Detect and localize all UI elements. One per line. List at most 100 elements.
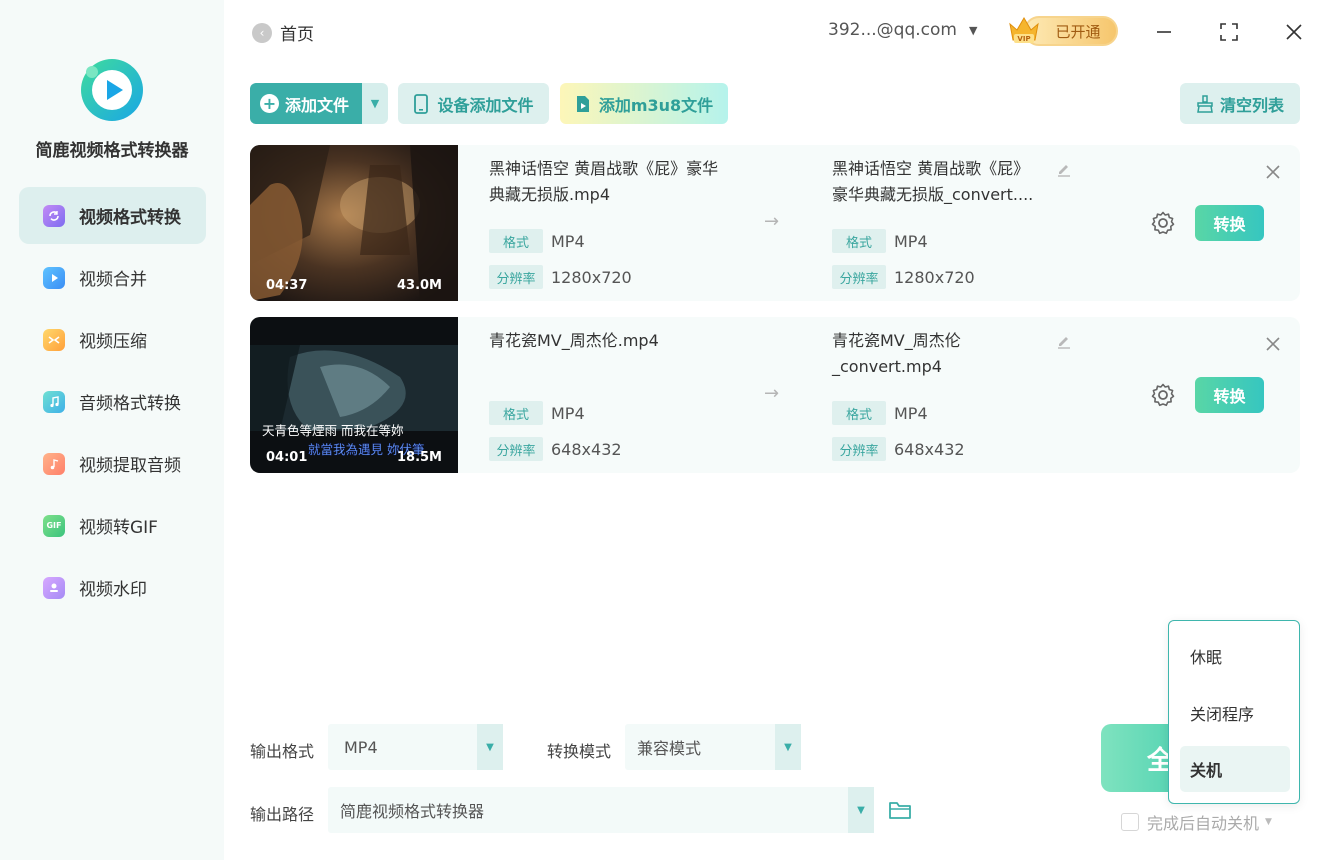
add-file-button[interactable]: + 添加文件 ▼: [250, 83, 388, 124]
app-name: 简鹿视频格式转换器: [35, 141, 189, 161]
back-label: 首页: [280, 25, 314, 45]
sidebar-item-label: 视频格式转换: [79, 208, 181, 228]
format-tag: 格式: [489, 401, 543, 425]
file-card: 天青色等煙雨 而我在等妳 就當我為遇見 妳伏筆 04:01 18.5M 青花瓷M…: [250, 317, 1300, 473]
video-duration: 04:37: [266, 278, 308, 293]
menu-item-sleep[interactable]: 休眠: [1180, 633, 1290, 679]
maximize-button[interactable]: [1215, 18, 1243, 46]
add-file-main[interactable]: + 添加文件: [250, 83, 362, 124]
arrow-right-icon: →: [764, 211, 780, 232]
sidebar-item-label: 音频格式转换: [79, 394, 181, 414]
output-format-value: MP4: [344, 737, 378, 757]
account-menu[interactable]: 392...@qq.com ▼: [828, 20, 977, 40]
video-thumbnail[interactable]: 天青色等煙雨 而我在等妳 就當我為遇見 妳伏筆 04:01 18.5M: [250, 317, 458, 473]
chevron-down-icon: ▼: [775, 724, 801, 770]
convert-mode-label: 转换模式: [547, 742, 612, 761]
edit-icon[interactable]: [1056, 333, 1072, 349]
gear-icon[interactable]: [1150, 382, 1176, 408]
add-file-label: 添加文件: [285, 95, 350, 115]
output-format-row[interactable]: 格式 MP4: [832, 229, 928, 253]
audio-convert-icon: [43, 390, 65, 413]
close-window-button[interactable]: [1280, 18, 1308, 46]
back-home-link[interactable]: ‹ 首页: [252, 20, 314, 45]
vip-badge[interactable]: 已开通 VIP: [1006, 12, 1118, 48]
sidebar: 简鹿视频格式转换器 视频格式转换 视频合并 视频压缩 音频格式转换 视频提取音频…: [0, 0, 224, 860]
output-format-row[interactable]: 格式 MP4: [832, 401, 928, 425]
input-format: MP4: [551, 403, 585, 423]
convert-button[interactable]: 转换: [1195, 377, 1264, 413]
gif-icon: GIF: [43, 514, 65, 537]
input-filename: 黑神话悟空 黄眉战歌《屁》豪华典藏无损版.mp4: [489, 159, 719, 204]
output-format: MP4: [894, 403, 928, 423]
device-add-label: 设备添加文件: [437, 95, 534, 115]
format-tag: 格式: [832, 229, 886, 253]
remove-file-icon[interactable]: [1264, 335, 1282, 353]
vip-badge-text: VIP: [1017, 35, 1030, 43]
folder-icon[interactable]: [888, 799, 912, 821]
edit-icon[interactable]: [1056, 161, 1072, 177]
output-format: MP4: [894, 231, 928, 251]
input-format-row: 格式 MP4: [489, 229, 585, 253]
sidebar-item-video-compress[interactable]: 视频压缩: [19, 311, 206, 368]
auto-shutdown-label: 完成后自动关机: [1147, 814, 1260, 833]
video-compress-icon: [43, 328, 65, 351]
output-format-label: 输出格式: [250, 742, 315, 761]
minimize-button[interactable]: [1150, 18, 1178, 46]
m3u8-file-icon: [576, 95, 589, 112]
menu-item-close-program[interactable]: 关闭程序: [1180, 690, 1290, 736]
sidebar-item-video-convert[interactable]: 视频格式转换: [19, 187, 206, 244]
output-filename: 黑神话悟空 黄眉战歌《屁》豪华典藏无损版_convert....: [832, 159, 1034, 204]
format-tag: 格式: [489, 229, 543, 253]
auto-shutdown-toggle[interactable]: 完成后自动关机 ▼: [1121, 810, 1272, 834]
chevron-down-icon[interactable]: ▼: [1265, 817, 1272, 827]
back-arrow-icon: ‹: [252, 22, 272, 43]
output-format-select[interactable]: MP4 ▼: [328, 724, 503, 770]
sidebar-nav: 视频格式转换 视频合并 视频压缩 音频格式转换 视频提取音频 GIF 视频转GI…: [19, 187, 206, 621]
video-thumbnail[interactable]: 04:37 43.0M: [250, 145, 458, 301]
add-file-dropdown[interactable]: ▼: [362, 83, 388, 124]
convert-mode-select[interactable]: 兼容模式 ▼: [625, 724, 801, 770]
sidebar-item-label: 视频合并: [79, 270, 147, 290]
remove-file-icon[interactable]: [1264, 163, 1282, 181]
sidebar-item-video-watermark[interactable]: 视频水印: [19, 559, 206, 616]
sidebar-item-audio-convert[interactable]: 音频格式转换: [19, 373, 206, 430]
video-size: 43.0M: [396, 278, 442, 293]
output-resolution: 1280x720: [894, 267, 975, 287]
sidebar-item-label: 视频提取音频: [79, 456, 181, 476]
output-resolution: 648x432: [894, 439, 965, 459]
broom-icon: [1197, 94, 1213, 113]
arrow-right-icon: →: [764, 383, 780, 404]
shutdown-options-menu: 休眠 关闭程序 关机: [1168, 620, 1300, 804]
close-icon: [1286, 24, 1302, 40]
output-path-select[interactable]: 简鹿视频格式转换器 ▼: [328, 787, 874, 833]
video-size: 18.5M: [396, 450, 442, 465]
video-duration: 04:01: [266, 450, 308, 465]
sidebar-item-extract-audio[interactable]: 视频提取音频: [19, 435, 206, 492]
format-tag: 格式: [832, 401, 886, 425]
video-subtitle-line-1: 天青色等煙雨 而我在等妳: [262, 423, 404, 438]
sidebar-item-video-merge[interactable]: 视频合并: [19, 249, 206, 306]
chevron-down-icon: ▼: [968, 23, 978, 37]
menu-item-shutdown[interactable]: 关机: [1180, 746, 1290, 792]
watermark-icon: [43, 576, 65, 599]
sidebar-item-label: 视频水印: [79, 580, 147, 600]
convert-mode-value: 兼容模式: [637, 739, 702, 758]
device-add-button[interactable]: 设备添加文件: [398, 83, 549, 124]
convert-button[interactable]: 转换: [1195, 205, 1264, 241]
output-resolution-row[interactable]: 分辨率 1280x720: [832, 265, 975, 289]
gear-icon[interactable]: [1150, 210, 1176, 236]
account-email: 392...@qq.com: [828, 20, 957, 40]
output-filename: 青花瓷MV_周杰伦_convert.mp4: [832, 331, 961, 376]
clear-list-label: 清空列表: [1219, 95, 1284, 115]
output-resolution-row[interactable]: 分辨率 648x432: [832, 437, 965, 461]
clear-list-button[interactable]: 清空列表: [1180, 83, 1300, 124]
chevron-down-icon: ▼: [477, 724, 503, 770]
add-m3u8-button[interactable]: 添加m3u8文件: [560, 83, 728, 124]
sidebar-item-video-gif[interactable]: GIF 视频转GIF: [19, 497, 206, 554]
app-logo-icon: [81, 59, 143, 121]
add-m3u8-label: 添加m3u8文件: [598, 95, 714, 115]
auto-shutdown-checkbox[interactable]: [1121, 813, 1139, 831]
sidebar-item-label: 视频转GIF: [79, 518, 158, 538]
input-filename: 青花瓷MV_周杰伦.mp4: [489, 331, 659, 350]
video-merge-icon: [43, 266, 65, 289]
